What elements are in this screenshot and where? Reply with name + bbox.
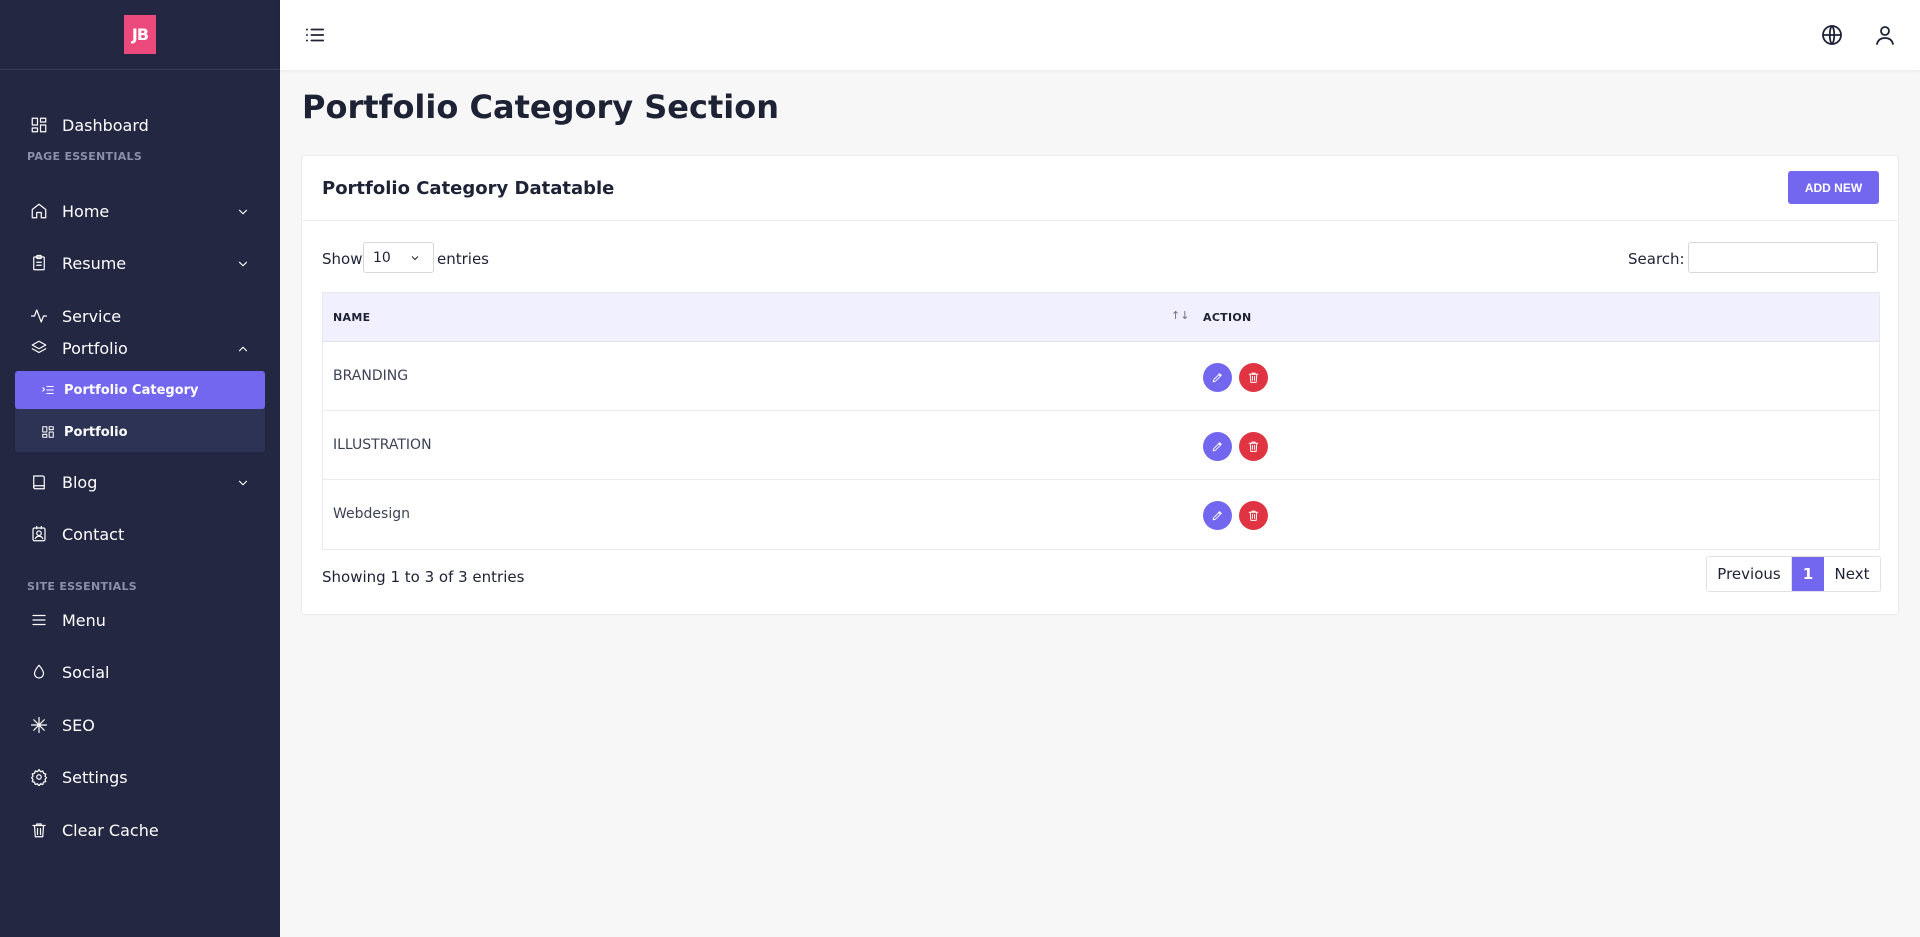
trash-icon [30, 821, 48, 839]
edit-button[interactable] [1203, 363, 1232, 392]
delete-button[interactable] [1239, 501, 1268, 530]
sidebar-item-label: Settings [62, 767, 128, 787]
sidebar-item-label: Portfolio [62, 338, 128, 358]
card-title: Portfolio Category Datatable [322, 178, 615, 199]
sidebar-toggle-icon[interactable] [304, 24, 326, 46]
column-header-action: ACTION [1203, 311, 1252, 324]
delete-button[interactable] [1239, 432, 1268, 461]
nav-heading-page-essentials: PAGE ESSENTIALS [27, 150, 143, 163]
snowflake-icon [30, 716, 48, 734]
sort-icon[interactable]: ↑↓ [1171, 309, 1189, 322]
sidebar-item-label: Clear Cache [62, 820, 159, 840]
submenu-item-label: Portfolio Category [64, 382, 199, 398]
sidebar-item-label: Menu [62, 610, 106, 630]
list-icon [41, 383, 55, 397]
pagination: Previous 1 Next [1706, 556, 1881, 592]
sidebar-item-label: Social [62, 662, 110, 682]
submenu-item-portfolio[interactable]: Portfolio [15, 413, 265, 451]
next-button[interactable]: Next [1824, 557, 1880, 591]
book-icon [30, 473, 48, 491]
pencil-icon [1212, 373, 1222, 383]
table-row: BRANDING [323, 342, 1879, 411]
card-header: Portfolio Category Datatable ADD NEW [302, 156, 1898, 221]
sidebar-item-label: Blog [62, 472, 98, 492]
delete-button[interactable] [1239, 363, 1268, 392]
grid-icon [41, 425, 55, 439]
column-header-name[interactable]: NAME [333, 311, 370, 324]
layers-icon [30, 339, 48, 357]
sidebar-item-label: Contact [62, 524, 125, 544]
sidebar-item-resume[interactable]: Resume [0, 243, 280, 283]
sidebar-item-label: Resume [62, 253, 127, 273]
entries-select-value: 10 [373, 249, 391, 266]
user-icon[interactable] [1873, 23, 1897, 47]
sidebar-item-home[interactable]: Home [0, 191, 280, 231]
table-row: Webdesign [323, 480, 1879, 549]
home-icon [30, 202, 48, 220]
row-name: BRANDING [333, 368, 409, 384]
chevron-down-icon [409, 252, 421, 264]
sidebar-item-label: Home [62, 201, 110, 221]
trash-icon [1248, 510, 1259, 521]
page-title: Portfolio Category Section [302, 88, 779, 126]
previous-button[interactable]: Previous [1707, 557, 1792, 591]
row-name: Webdesign [333, 506, 410, 522]
pencil-icon [1212, 442, 1222, 452]
logo-area: JB [0, 0, 280, 70]
table-row: ILLUSTRATION [323, 411, 1879, 480]
sidebar-item-contact[interactable]: Contact [0, 514, 280, 554]
nav-heading-site-essentials: SITE ESSENTIALS [27, 580, 137, 593]
sidebar-item-seo[interactable]: SEO [0, 705, 280, 745]
sidebar-item-dashboard[interactable]: Dashboard [0, 105, 280, 145]
sidebar-item-blog[interactable]: Blog [0, 462, 280, 502]
datatable-card: Portfolio Category Datatable ADD NEW Sho… [301, 155, 1899, 615]
trash-icon [1248, 441, 1259, 452]
sidebar-item-portfolio-group[interactable]: Portfolio [0, 328, 280, 368]
search-label: Search: [1628, 250, 1685, 268]
sidebar-item-clear-cache[interactable]: Clear Cache [0, 810, 280, 850]
entries-select[interactable]: 10 [363, 242, 434, 273]
grid-icon [30, 116, 48, 134]
sidebar-item-label: Dashboard [62, 115, 149, 135]
show-label: Show [322, 250, 363, 268]
brand-logo[interactable]: JB [124, 15, 156, 54]
edit-button[interactable] [1203, 501, 1232, 530]
contact-icon [30, 525, 48, 543]
table-info: Showing 1 to 3 of 3 entries [322, 568, 525, 586]
activity-icon [30, 307, 48, 325]
topbar [280, 0, 1920, 70]
search-input[interactable] [1688, 242, 1878, 273]
chevron-up-icon [236, 341, 250, 355]
sidebar-item-label: Service [62, 306, 122, 326]
edit-button[interactable] [1203, 432, 1232, 461]
sidebar-item-social[interactable]: Social [0, 652, 280, 692]
portfolio-submenu: Portfolio Category Portfolio [15, 371, 265, 452]
table-header: NAME ↑↓ ACTION [323, 293, 1879, 342]
row-name: ILLUSTRATION [333, 437, 432, 453]
globe-icon[interactable] [1820, 23, 1844, 47]
menu-icon [30, 611, 48, 629]
clipboard-icon [30, 254, 48, 272]
trash-icon [1248, 372, 1259, 383]
sidebar-item-label: SEO [62, 715, 95, 735]
submenu-item-portfolio-category[interactable]: Portfolio Category [15, 371, 265, 409]
chevron-down-icon [236, 475, 250, 489]
sidebar-item-settings[interactable]: Settings [0, 757, 280, 797]
entries-label: entries [437, 250, 489, 268]
chevron-down-icon [236, 204, 250, 218]
page-1-button[interactable]: 1 [1792, 557, 1824, 591]
chevron-down-icon [236, 256, 250, 270]
pencil-icon [1212, 511, 1222, 521]
sidebar-item-menu[interactable]: Menu [0, 600, 280, 640]
droplet-icon [30, 663, 48, 681]
add-new-button[interactable]: ADD NEW [1788, 171, 1879, 204]
gear-icon [30, 768, 48, 786]
data-table: NAME ↑↓ ACTION BRANDING ILLUSTRATION Web… [322, 292, 1880, 550]
submenu-item-label: Portfolio [64, 424, 128, 440]
sidebar: JB Dashboard PAGE ESSENTIALS Home Resume… [0, 0, 280, 937]
